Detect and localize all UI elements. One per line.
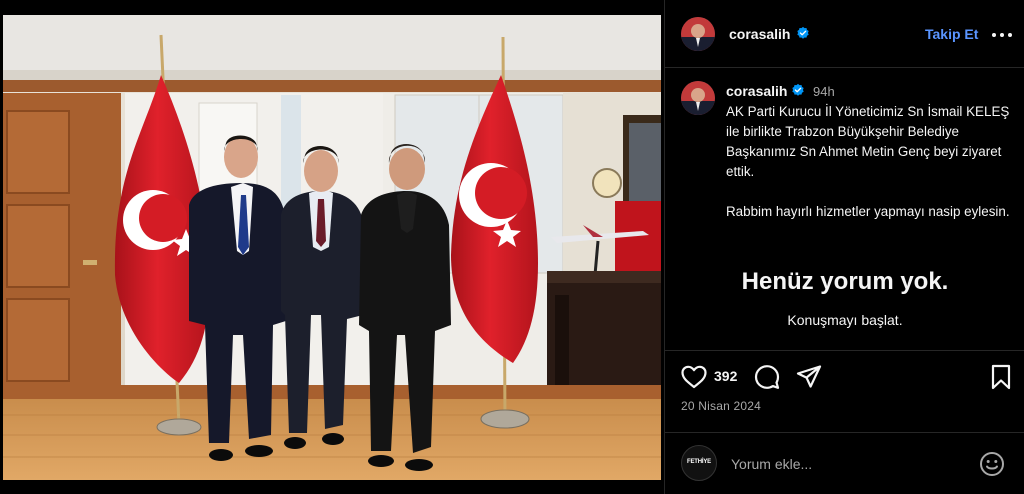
caption-text: AK Parti Kurucu İl Yöneticimiz Sn İsmail… [726,102,1022,242]
caption-paragraph: Rabbim hayırlı hizmetler yapmayı nasip e… [726,204,1010,219]
verified-badge-icon [797,26,809,39]
post-photo-image [3,15,661,480]
smiley-icon[interactable] [979,451,1005,477]
caption-author-avatar[interactable] [681,81,715,115]
caption-avatar-image [681,81,715,115]
caption-username[interactable]: corasalih [726,83,787,99]
comment-input[interactable] [731,453,961,475]
photo-panel [0,0,663,494]
start-conversation-text: Konuşmayı başlat. [787,312,903,328]
more-options-icon[interactable] [991,26,1013,42]
author-avatar-image [681,17,715,51]
author-avatar[interactable] [681,17,715,51]
comment-bubble-icon[interactable] [754,364,780,390]
post-side-panel: corasalih Takip Et corasalih 94h AK Part… [664,0,1024,494]
post-photo[interactable] [3,15,661,480]
follow-button[interactable]: Takip Et [925,26,978,42]
comment-bar: FETHİYE [665,432,1024,494]
caption-paragraph: AK Parti Kurucu İl Yöneticimiz Sn İsmail… [726,104,1010,179]
caption-timestamp[interactable]: 94h [813,84,835,99]
no-comments-title: Henüz yorum yok. [741,268,949,295]
post-header: corasalih Takip Et [665,0,1024,68]
current-user-avatar[interactable]: FETHİYE [681,445,717,481]
paper-plane-icon[interactable] [796,364,822,390]
verified-badge-icon [792,83,804,96]
post-date[interactable]: 20 Nisan 2024 [681,399,761,413]
current-user-avatar-text: FETHİYE [687,459,711,465]
bookmark-icon[interactable] [989,364,1013,390]
author-username[interactable]: corasalih [729,26,790,42]
like-count[interactable]: 392 [714,368,737,384]
heart-icon[interactable] [681,365,707,389]
post-actions: 392 20 Nisan 2024 [665,350,1024,432]
